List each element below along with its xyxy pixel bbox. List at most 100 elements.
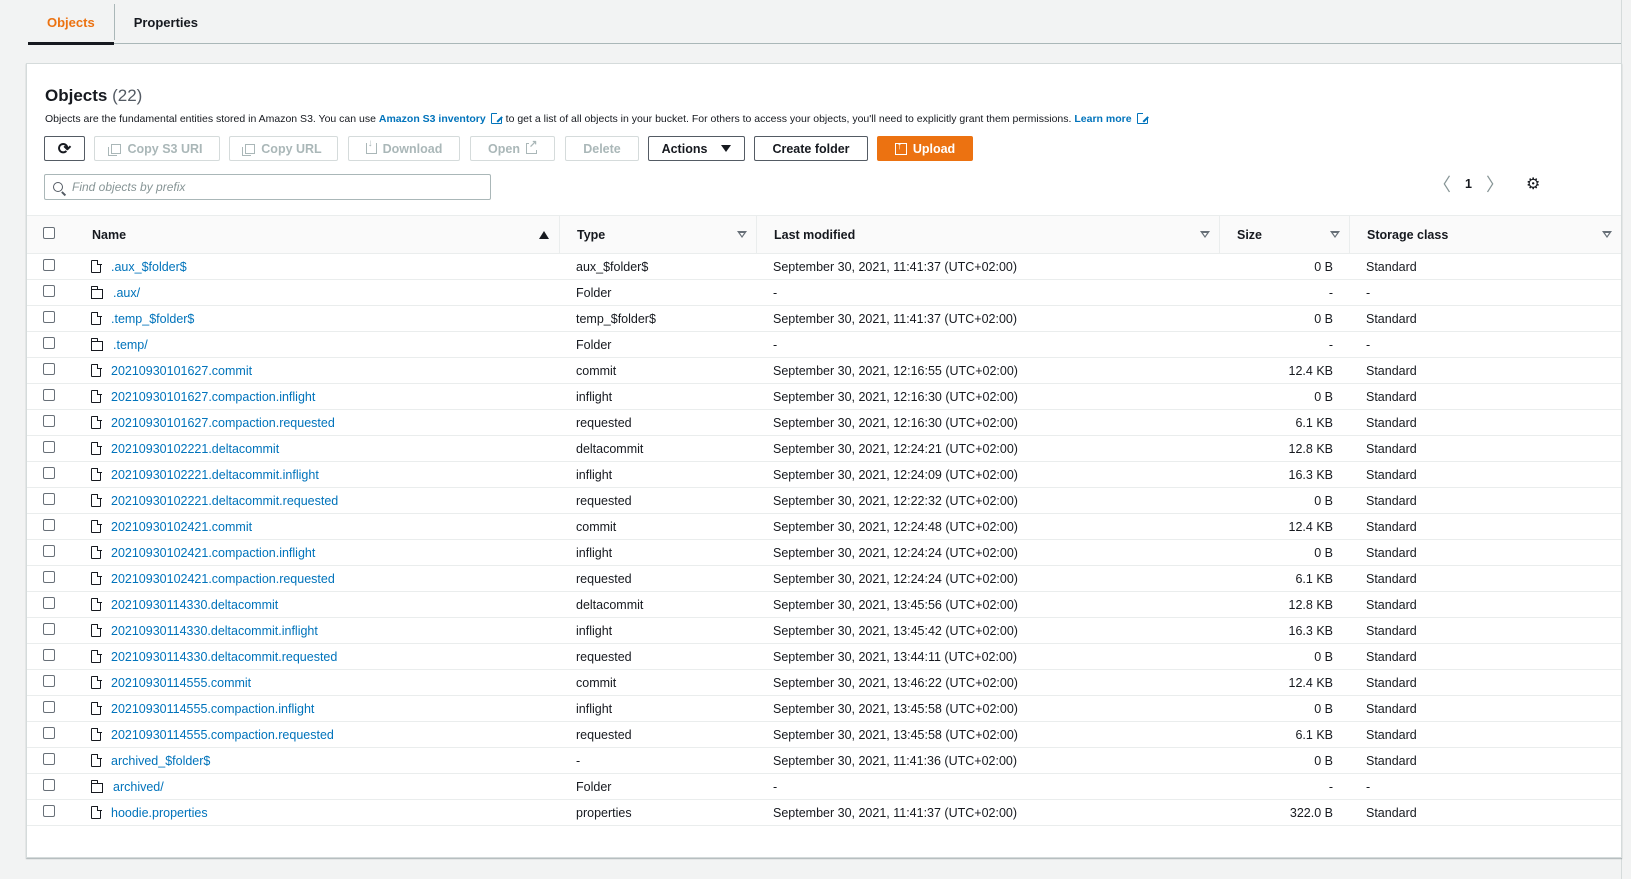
column-header-type[interactable]: Type [559,216,756,254]
table-row[interactable]: 20210930101627.compaction.requested reque… [27,410,1621,436]
table-row[interactable]: 20210930114330.deltacommit deltacommit Sep… [27,592,1621,618]
sort-icon[interactable] [737,231,747,238]
table-row[interactable]: 20210930114330.deltacommit.inflight infli… [27,618,1621,644]
open-button[interactable]: Open [470,136,555,161]
objects-count: (22) [112,86,143,105]
object-name-link[interactable]: 20210930102221.deltacommit [111,442,279,456]
object-name-link[interactable]: archived_$folder$ [111,754,210,768]
column-header-storage-class[interactable]: Storage class [1349,216,1621,254]
object-name-link[interactable]: 20210930114555.commit [111,676,251,690]
page-number[interactable]: 1 [1465,177,1472,191]
object-name-link[interactable]: 20210930114330.deltacommit.requested [111,650,337,664]
table-row[interactable]: 20210930114555.commit commit September 30,… [27,670,1621,696]
row-checkbox[interactable] [43,805,55,817]
table-row[interactable]: 20210930101627.compaction.inflight inflig… [27,384,1621,410]
object-name-link[interactable]: .aux/ [113,286,140,300]
sort-icon[interactable] [1602,231,1612,238]
row-checkbox[interactable] [43,259,55,271]
object-name-link[interactable]: .aux_$folder$ [111,260,187,274]
object-name-link[interactable]: 20210930114555.compaction.inflight [111,702,314,716]
column-header-last-modified[interactable]: Last modified [756,216,1219,254]
sort-icon[interactable] [1330,231,1340,238]
row-checkbox[interactable] [43,363,55,375]
object-name-link[interactable]: .temp_$folder$ [111,312,194,326]
row-checkbox[interactable] [43,779,55,791]
row-checkbox[interactable] [43,467,55,479]
row-checkbox[interactable] [43,571,55,583]
table-row[interactable]: .aux_$folder$ aux_$folder$ September 30, 2… [27,254,1621,280]
row-checkbox[interactable] [43,623,55,635]
object-name-link[interactable]: hoodie.properties [111,806,208,820]
row-select-cell [27,670,75,696]
table-row[interactable]: 20210930114555.compaction.inflight inflig… [27,696,1621,722]
table-row[interactable]: archived/Folder - - - [27,774,1621,800]
row-checkbox[interactable] [43,545,55,557]
row-checkbox[interactable] [43,727,55,739]
learn-more-link[interactable]: Learn more [1074,113,1131,125]
column-header-size[interactable]: Size [1219,216,1349,254]
row-checkbox[interactable] [43,389,55,401]
refresh-button[interactable]: ⟳ [44,136,85,161]
table-row[interactable]: hoodie.properties properties September 30,… [27,800,1621,826]
gear-icon[interactable]: ⚙ [1526,174,1540,194]
object-name-link[interactable]: archived/ [113,780,164,794]
table-row[interactable]: 20210930102221.deltacommit deltacommit Sep… [27,436,1621,462]
row-checkbox[interactable] [43,311,55,323]
row-checkbox[interactable] [43,493,55,505]
sort-icon[interactable] [1200,231,1210,238]
object-name-link[interactable]: 20210930102421.commit [111,520,252,534]
object-name-link[interactable]: 20210930102421.compaction.inflight [111,546,315,560]
object-name-link[interactable]: 20210930114555.compaction.requested [111,728,334,742]
table-row[interactable]: .temp/Folder - - - [27,332,1621,358]
object-name-link[interactable]: 20210930114330.deltacommit [111,598,278,612]
column-header-name[interactable]: Name [75,216,559,254]
download-button[interactable]: Download [348,136,460,161]
row-checkbox[interactable] [43,415,55,427]
select-all-checkbox[interactable] [43,227,55,239]
table-row[interactable]: 20210930101627.commit commit September 30,… [27,358,1621,384]
table-row[interactable]: 20210930102221.deltacommit.inflight infli… [27,462,1621,488]
table-row[interactable]: .aux/Folder - - - [27,280,1621,306]
table-row[interactable]: 20210930102421.compaction.inflight inflig… [27,540,1621,566]
object-name-link[interactable]: 20210930101627.compaction.requested [111,416,335,430]
copy-url-button[interactable]: Copy URL [229,136,338,161]
s3-inventory-link[interactable]: Amazon S3 inventory [379,113,486,125]
sort-ascending-icon[interactable] [539,230,549,239]
row-checkbox[interactable] [43,285,55,297]
table-row[interactable]: 20210930114555.compaction.requested reque… [27,722,1621,748]
row-checkbox[interactable] [43,675,55,687]
table-row[interactable]: 20210930102421.commit commit September 30,… [27,514,1621,540]
row-checkbox[interactable] [43,753,55,765]
table-row[interactable]: 20210930102421.compaction.requested reque… [27,566,1621,592]
table-row[interactable]: .temp_$folder$ temp_$folder$ September 30,… [27,306,1621,332]
object-name-link[interactable]: 20210930102421.compaction.requested [111,572,335,586]
object-name-link[interactable]: 20210930102221.deltacommit.inflight [111,468,319,482]
row-checkbox[interactable] [43,597,55,609]
table-row[interactable]: 20210930102221.deltacommit.requested requ… [27,488,1621,514]
tab-objects[interactable]: Objects [28,0,114,45]
object-name-link[interactable]: 20210930101627.compaction.inflight [111,390,315,404]
storage-class-cell: - [1366,337,1371,352]
table-row[interactable]: 20210930114330.deltacommit.requested requ… [27,644,1621,670]
upload-button[interactable]: Upload [877,136,973,161]
actions-dropdown[interactable]: Actions [648,136,745,161]
delete-button[interactable]: Delete [565,136,639,161]
row-checkbox[interactable] [43,441,55,453]
table-row[interactable]: archived_$folder$ - September 30, 2021, 11… [27,748,1621,774]
chevron-left-icon[interactable]: 〈 [1433,171,1451,197]
object-name-link[interactable]: .temp/ [113,338,148,352]
chevron-right-icon[interactable]: 〉 [1486,171,1504,197]
object-name-link[interactable]: 20210930114330.deltacommit.inflight [111,624,318,638]
copy-s3-uri-button[interactable]: Copy S3 URI [94,136,220,161]
row-checkbox[interactable] [43,649,55,661]
search-input[interactable] [72,180,472,194]
search-field[interactable] [44,174,491,200]
row-checkbox[interactable] [43,519,55,531]
row-checkbox[interactable] [43,701,55,713]
tab-properties[interactable]: Properties [115,0,217,44]
object-name-link[interactable]: 20210930102221.deltacommit.requested [111,494,338,508]
folder-icon [90,337,103,351]
create-folder-button[interactable]: Create folder [754,136,868,161]
object-name-link[interactable]: 20210930101627.commit [111,364,252,378]
row-checkbox[interactable] [43,337,55,349]
